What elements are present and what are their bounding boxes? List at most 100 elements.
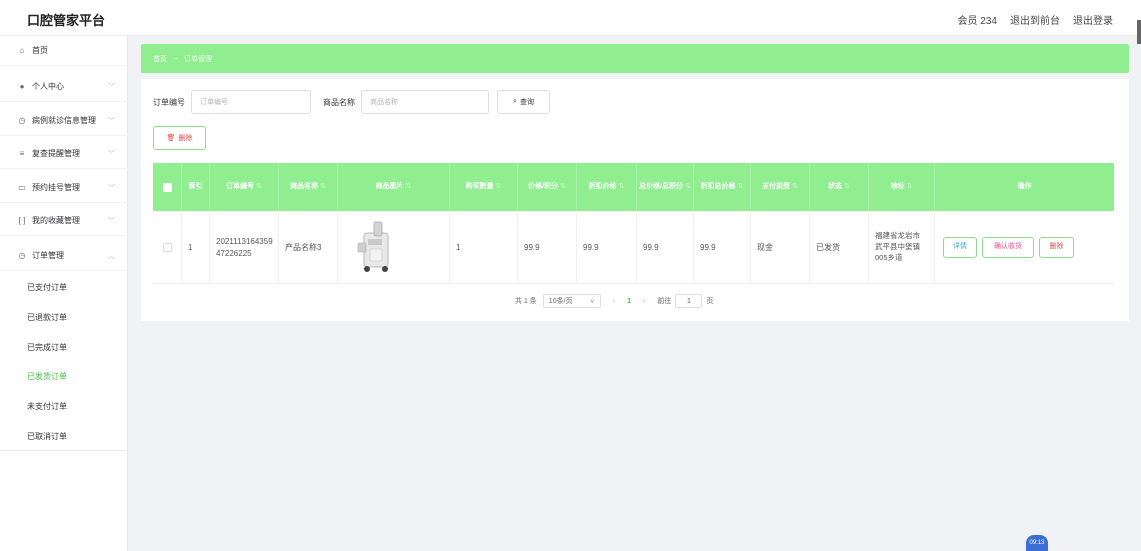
cell-index: 1 <box>182 211 210 284</box>
th-discount-price[interactable]: 折扣价格 ⇅ <box>577 163 637 211</box>
cell-discount-total: 99.9 <box>694 211 751 284</box>
search-button-label: 查询 <box>519 99 534 106</box>
th-quantity[interactable]: 购买数量 ⇅ <box>450 163 518 211</box>
clock-icon: ◷ <box>18 116 26 125</box>
sidebar-sub-paid-orders[interactable]: 已支付订单 <box>0 272 128 302</box>
search-form: 订单编号 订单编号 商品名称 商品名称 ⌕ 查询 <box>153 90 550 114</box>
sidebar-sub-refunded-orders[interactable]: 已退款订单 <box>0 302 128 332</box>
sidebar-item-label: 订单管理 <box>32 251 64 260</box>
sidebar-sub-cancelled-orders[interactable]: 已取消订单 <box>0 421 128 451</box>
goto-page-input[interactable]: 1 <box>675 294 703 308</box>
chevron-down-icon: ﹀ <box>108 117 115 125</box>
row-delete-button[interactable]: 删除 <box>1039 237 1074 258</box>
order-number-label: 订单编号 <box>153 97 185 107</box>
chevron-down-icon: ﹀ <box>108 83 115 91</box>
cell-discount-price: 99.9 <box>577 211 637 284</box>
sidebar-item-personal-center[interactable]: ● 个人中心 ﹀ <box>0 72 128 102</box>
cell-product-name: 产品名称3 <box>279 211 338 284</box>
row-select-cell <box>153 211 182 284</box>
timer-badge: 09:13 <box>1026 535 1048 551</box>
sidebar-item-home[interactable]: ⌂ 首页 <box>0 36 128 66</box>
sidebar-sub-unpaid-orders[interactable]: 未支付订单 <box>0 391 128 421</box>
th-index: 索引 <box>182 163 210 211</box>
th-pay-type[interactable]: 支付类型 ⇅ <box>751 163 810 211</box>
sidebar-item-case-records[interactable]: ◷ 病例就诊信息管理 ﹀ <box>0 106 128 136</box>
goto-label: 前往 <box>657 298 672 305</box>
bracket-icon: [ ] <box>18 216 26 225</box>
th-product-name[interactable]: 商品名称 ⇅ <box>279 163 338 211</box>
sidebar-item-label: 个人中心 <box>32 82 64 91</box>
pagination-total: 共 1 条 <box>515 298 537 305</box>
prev-page-icon[interactable]: ‹ <box>613 298 615 305</box>
search-icon: ⌕ <box>513 98 517 105</box>
search-button[interactable]: ⌕ 查询 <box>497 90 550 114</box>
sidebar-sub-completed-orders[interactable]: 已完成订单 <box>0 332 128 362</box>
breadcrumb-separator: → <box>172 55 179 62</box>
table-header: 索引 订单编号 ⇅ 商品名称 ⇅ 商品图片 ⇅ 购买数量 ⇅ 价格/积分 ⇅ 折扣价格 ⇅ … <box>153 163 1114 211</box>
current-page[interactable]: 1 <box>627 298 631 305</box>
th-product-image[interactable]: 商品图片 ⇅ <box>338 163 450 211</box>
page-size-value: 10条/页 <box>548 298 573 305</box>
pagination: 共 1 条 10条/页 ∨ ‹ 1 › 前往 1 页 <box>515 294 713 308</box>
select-all-checkbox[interactable] <box>162 182 172 192</box>
product-name-label: 商品名称 <box>323 97 355 107</box>
sidebar-item-appointment[interactable]: ▭ 预约挂号管理 ﹀ <box>0 173 128 203</box>
page-size-select[interactable]: 10条/页 ∨ <box>542 294 601 308</box>
chevron-down-icon: ﹀ <box>108 150 115 158</box>
batch-delete-button[interactable]: 🗑 删除 <box>153 126 206 150</box>
th-order-no[interactable]: 订单编号 ⇅ <box>210 163 279 211</box>
sidebar-item-label: 病例就诊信息管理 <box>32 116 96 125</box>
sidebar-divider <box>0 450 128 451</box>
chat-icon: ▭ <box>18 183 26 192</box>
next-page-icon[interactable]: › <box>643 298 645 305</box>
confirm-receipt-button[interactable]: 确认收货 <box>982 237 1034 258</box>
batch-delete-label: 删除 <box>178 135 193 142</box>
user-icon: ● <box>19 82 25 91</box>
app-title: 口腔管家平台 <box>27 13 106 28</box>
cell-quantity: 1 <box>450 211 518 284</box>
cell-order-no: 202111316435947226225 <box>210 211 279 284</box>
cell-price: 99.9 <box>518 211 577 284</box>
chevron-up-icon: ︿ <box>108 252 115 260</box>
th-status[interactable]: 状态 ⇅ <box>810 163 869 211</box>
logout-link[interactable]: 退出登录 <box>1073 12 1113 27</box>
product-image <box>344 218 402 277</box>
th-discount-total[interactable]: 折扣总价格 ⇅ <box>694 163 751 211</box>
cell-pay-type: 现金 <box>751 211 810 284</box>
product-name-input[interactable]: 商品名称 <box>361 90 489 114</box>
sidebar-item-label: 首页 <box>32 46 48 55</box>
list-icon: ≡ <box>19 149 25 158</box>
th-total[interactable]: 总价格/总积分 ⇅ <box>637 163 694 211</box>
window-edge-scrollbar[interactable] <box>1137 20 1141 44</box>
cell-actions: 详情 确认收货 删除 <box>935 211 1114 284</box>
row-checkbox[interactable] <box>162 243 172 252</box>
top-header: 口腔管家平台 会员 234 退出到前台 退出登录 <box>0 0 1141 36</box>
sidebar-item-orders[interactable]: ◷ 订单管理 ︿ <box>0 241 128 271</box>
chevron-down-icon: ﹀ <box>108 217 115 225</box>
sidebar-item-favorites[interactable]: [ ] 我的收藏管理 ﹀ <box>0 206 128 236</box>
sidebar-item-review-reminder[interactable]: ≡ 复查提醒管理 ﹀ <box>0 139 128 169</box>
back-to-front-link[interactable]: 退出到前台 <box>1010 12 1060 27</box>
detail-button[interactable]: 详情 <box>943 237 977 258</box>
sidebar-item-label: 复查提醒管理 <box>32 149 80 158</box>
table-row: 1 202111316435947226225 产品名称3 1 99.9 99.… <box>153 211 1114 284</box>
sidebar-sub-shipped-orders[interactable]: 已发货订单 <box>0 361 128 391</box>
sidebar-item-label: 我的收藏管理 <box>32 216 80 225</box>
breadcrumb-home[interactable]: 首页 <box>153 54 167 64</box>
select-all-header <box>153 163 182 211</box>
th-price[interactable]: 价格/积分 ⇅ <box>518 163 577 211</box>
th-actions: 操作 <box>1017 182 1032 190</box>
cell-status: 已发货 <box>810 211 869 284</box>
clock-icon: ◷ <box>18 251 26 260</box>
sidebar: ⌂ 首页 ● 个人中心 ﹀ ◷ 病例就诊信息管理 ﹀ ≡ 复查提醒管理 ﹀ ▭ … <box>0 36 128 551</box>
th-address[interactable]: 地址 ⇅ <box>869 163 935 211</box>
cell-product-image <box>338 211 450 284</box>
chevron-down-icon: ﹀ <box>108 184 115 192</box>
page-suffix: 页 <box>706 298 714 305</box>
sidebar-item-label: 预约挂号管理 <box>32 183 80 192</box>
order-number-input[interactable]: 订单编号 <box>191 90 311 114</box>
header-links: 会员 234 退出到前台 退出登录 <box>958 12 1113 27</box>
breadcrumb: 首页 → 订单管理 <box>141 44 1129 73</box>
home-icon: ⌂ <box>19 46 25 55</box>
member-link[interactable]: 会员 234 <box>958 12 997 27</box>
